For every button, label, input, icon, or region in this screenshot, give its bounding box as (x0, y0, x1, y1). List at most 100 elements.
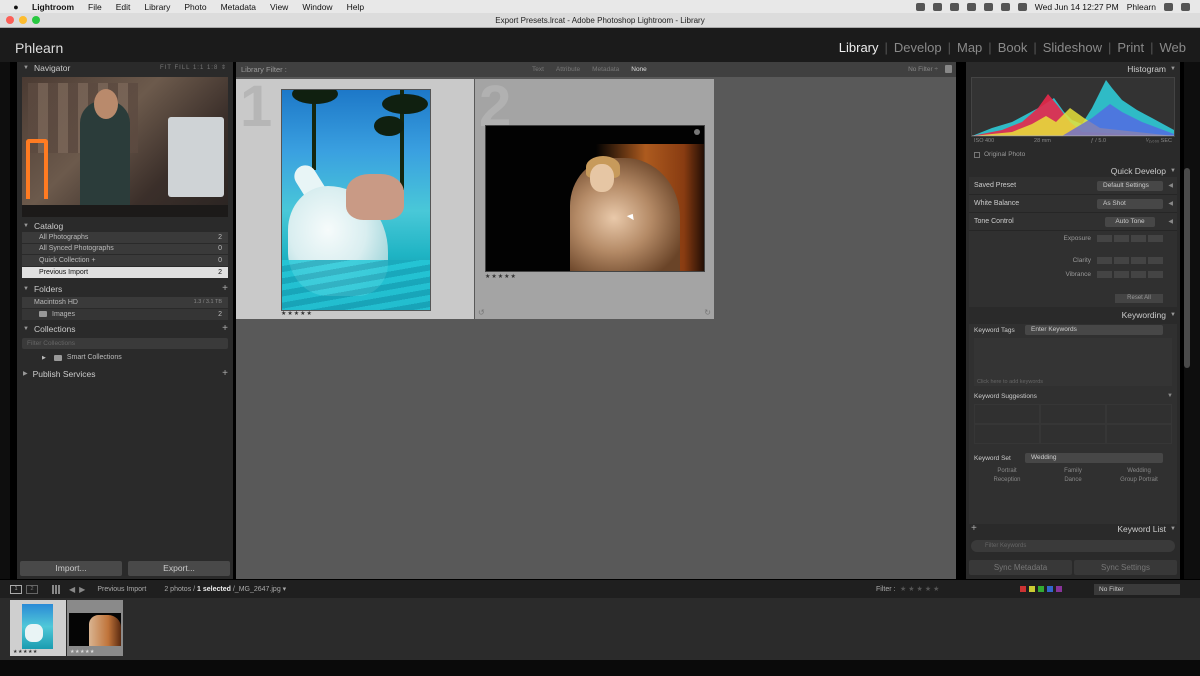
menubar-clock[interactable]: Wed Jun 14 12:27 PM (1035, 2, 1119, 12)
add-keyword-icon[interactable]: + (971, 523, 977, 534)
suggestion-slot[interactable] (1106, 404, 1172, 424)
keywording-header[interactable]: Keywording ▼ (966, 308, 1180, 321)
navigator-zoom-options[interactable]: FIT FILL 1:1 1:8 ⇕ (160, 64, 227, 71)
grid-view[interactable]: Library Filter : Text Attribute Metadata… (236, 62, 956, 579)
auto-tone-button[interactable]: Auto Tone (1105, 216, 1155, 227)
rotate-left-icon[interactable]: ↺ (478, 308, 485, 317)
add-publish-service-icon[interactable]: + (222, 368, 228, 379)
filmstrip-count[interactable]: 2 photos / 1 selected /_MG_2647.jpg ▾ (164, 585, 286, 593)
main-window-icon[interactable]: 1 (10, 584, 22, 594)
suggestion-slot[interactable] (974, 424, 1040, 444)
original-photo-toggle[interactable]: Original Photo (974, 151, 1025, 158)
color-label-green-icon[interactable] (1038, 586, 1044, 592)
right-panel-scrollbar[interactable] (1184, 168, 1190, 368)
menu-edit[interactable]: Edit (116, 2, 131, 12)
filmstrip[interactable]: ★★★★★ ★★★★★ (0, 598, 1200, 660)
grid-cell[interactable]: 1 ★★★★★ (236, 74, 474, 319)
filmstrip-color-filter[interactable] (1020, 586, 1062, 592)
time-machine-icon[interactable] (966, 2, 976, 11)
module-slideshow[interactable]: Slideshow (1037, 40, 1108, 55)
module-print[interactable]: Print (1111, 40, 1150, 55)
keyword-set-item[interactable]: Dance (1040, 477, 1106, 483)
keyword-suggestions-grid[interactable] (974, 404, 1172, 444)
menubar-user[interactable]: Phlearn (1127, 2, 1156, 12)
filter-option-none[interactable]: None (631, 66, 647, 73)
triangle-left-icon[interactable]: ◀ (1168, 218, 1173, 225)
suggestion-slot[interactable] (1106, 424, 1172, 444)
add-folder-icon[interactable]: + (222, 283, 228, 294)
menu-file[interactable]: File (88, 2, 102, 12)
navigator-header[interactable]: ▼ Navigator FIT FILL 1:1 1:8 ⇕ (17, 62, 233, 74)
navigator-preview[interactable] (22, 77, 228, 217)
filter-option-attribute[interactable]: Attribute (556, 66, 580, 73)
keyword-suggestions-row[interactable]: Keyword Suggestions ▼ (969, 390, 1177, 402)
photo-thumbnail-swan[interactable] (281, 89, 431, 311)
folder-item-images[interactable]: Images 2 (22, 308, 228, 320)
filmstrip-source[interactable]: Previous Import (97, 586, 146, 593)
module-map[interactable]: Map (951, 40, 988, 55)
triangle-down-icon[interactable]: ▼ (1167, 393, 1173, 399)
notification-center-icon[interactable] (1181, 2, 1190, 11)
publish-services-header[interactable]: ▶ Publish Services + (17, 368, 233, 380)
add-collection-icon[interactable]: + (222, 323, 228, 334)
color-label-blue-icon[interactable] (1047, 586, 1053, 592)
rotate-right-icon[interactable]: ↻ (704, 308, 711, 317)
menu-photo[interactable]: Photo (184, 2, 206, 12)
catalog-item-previous-import[interactable]: Previous Import 2 (22, 266, 228, 278)
keyword-set-item[interactable]: Group Portrait (1106, 477, 1172, 483)
lock-icon[interactable] (945, 65, 952, 73)
keyword-list-header[interactable]: + Keyword List ▼ (966, 522, 1180, 535)
histogram-header[interactable]: Histogram ▼ (966, 62, 1180, 75)
color-label-purple-icon[interactable] (1056, 586, 1062, 592)
keyword-set-item[interactable]: Wedding (1106, 468, 1172, 474)
close-window-icon[interactable] (6, 16, 14, 24)
keyword-set-item[interactable]: Family (1040, 468, 1106, 474)
color-label-red-icon[interactable] (1020, 586, 1026, 592)
filter-option-text[interactable]: Text (532, 66, 544, 73)
volume-icon[interactable] (1017, 2, 1027, 11)
reset-all-button[interactable]: Reset All (1115, 294, 1163, 303)
exposure-step-buttons[interactable] (1097, 234, 1163, 242)
grid-cell-selected[interactable]: 2 ★★★★★ ↺ ↻ (475, 74, 714, 319)
metadata-badge-icon[interactable] (694, 129, 700, 135)
keyword-set-select[interactable]: Wedding (1025, 453, 1163, 463)
sync-metadata-button[interactable]: Sync Metadata (969, 560, 1072, 575)
keyword-set-item[interactable]: Reception (974, 477, 1040, 483)
color-label-yellow-icon[interactable] (1029, 586, 1035, 592)
creative-cloud-icon[interactable] (932, 2, 942, 11)
checkbox-icon[interactable] (974, 151, 980, 158)
minimize-window-icon[interactable] (19, 16, 27, 24)
suggestion-slot[interactable] (974, 404, 1040, 424)
vibrance-step-buttons[interactable] (1097, 270, 1163, 278)
menu-window[interactable]: Window (302, 2, 332, 12)
forward-arrow-icon[interactable]: ▶ (79, 585, 85, 594)
collections-header[interactable]: ▼ Collections + (17, 323, 233, 335)
secondary-window-icon[interactable]: 2 (26, 584, 38, 594)
module-book[interactable]: Book (992, 40, 1034, 55)
white-balance-select[interactable]: As Shot (1097, 198, 1163, 209)
module-web[interactable]: Web (1154, 40, 1193, 55)
volume-macintosh-hd[interactable]: Macintosh HD 1.3 / 3.1 TB (22, 297, 228, 309)
record-icon[interactable] (915, 2, 925, 11)
keyword-tags-select[interactable]: Enter Keywords (1025, 325, 1163, 335)
spotlight-icon[interactable] (1164, 2, 1173, 11)
rating-stars[interactable]: ★★★★★ (485, 273, 517, 280)
menu-view[interactable]: View (270, 2, 288, 12)
saved-preset-select[interactable]: Default Settings (1097, 180, 1163, 191)
module-library[interactable]: Library (833, 40, 885, 55)
wifi-icon[interactable] (983, 2, 993, 11)
menu-metadata[interactable]: Metadata (221, 2, 256, 12)
module-develop[interactable]: Develop (888, 40, 948, 55)
photo-thumbnail-fur-coat[interactable] (485, 125, 705, 272)
keyword-filter-input[interactable]: Filter Keywords (971, 540, 1175, 552)
filter-option-metadata[interactable]: Metadata (592, 66, 619, 73)
filmstrip-rating-filter[interactable]: ★★★★★ (900, 585, 941, 593)
filmstrip-thumb[interactable]: ★★★★★ (10, 600, 66, 656)
folders-header[interactable]: ▼ Folders + (17, 283, 233, 295)
triangle-left-icon[interactable]: ◀ (1168, 182, 1173, 189)
quick-develop-header[interactable]: Quick Develop ▼ (966, 164, 1180, 177)
collection-smart-collections[interactable]: ▶ Smart Collections (22, 352, 228, 364)
apple-icon[interactable]: ● (10, 2, 22, 12)
catalog-item-all-photographs[interactable]: All Photographs 2 (22, 232, 228, 244)
triangle-right-icon[interactable]: ▶ (42, 355, 46, 361)
